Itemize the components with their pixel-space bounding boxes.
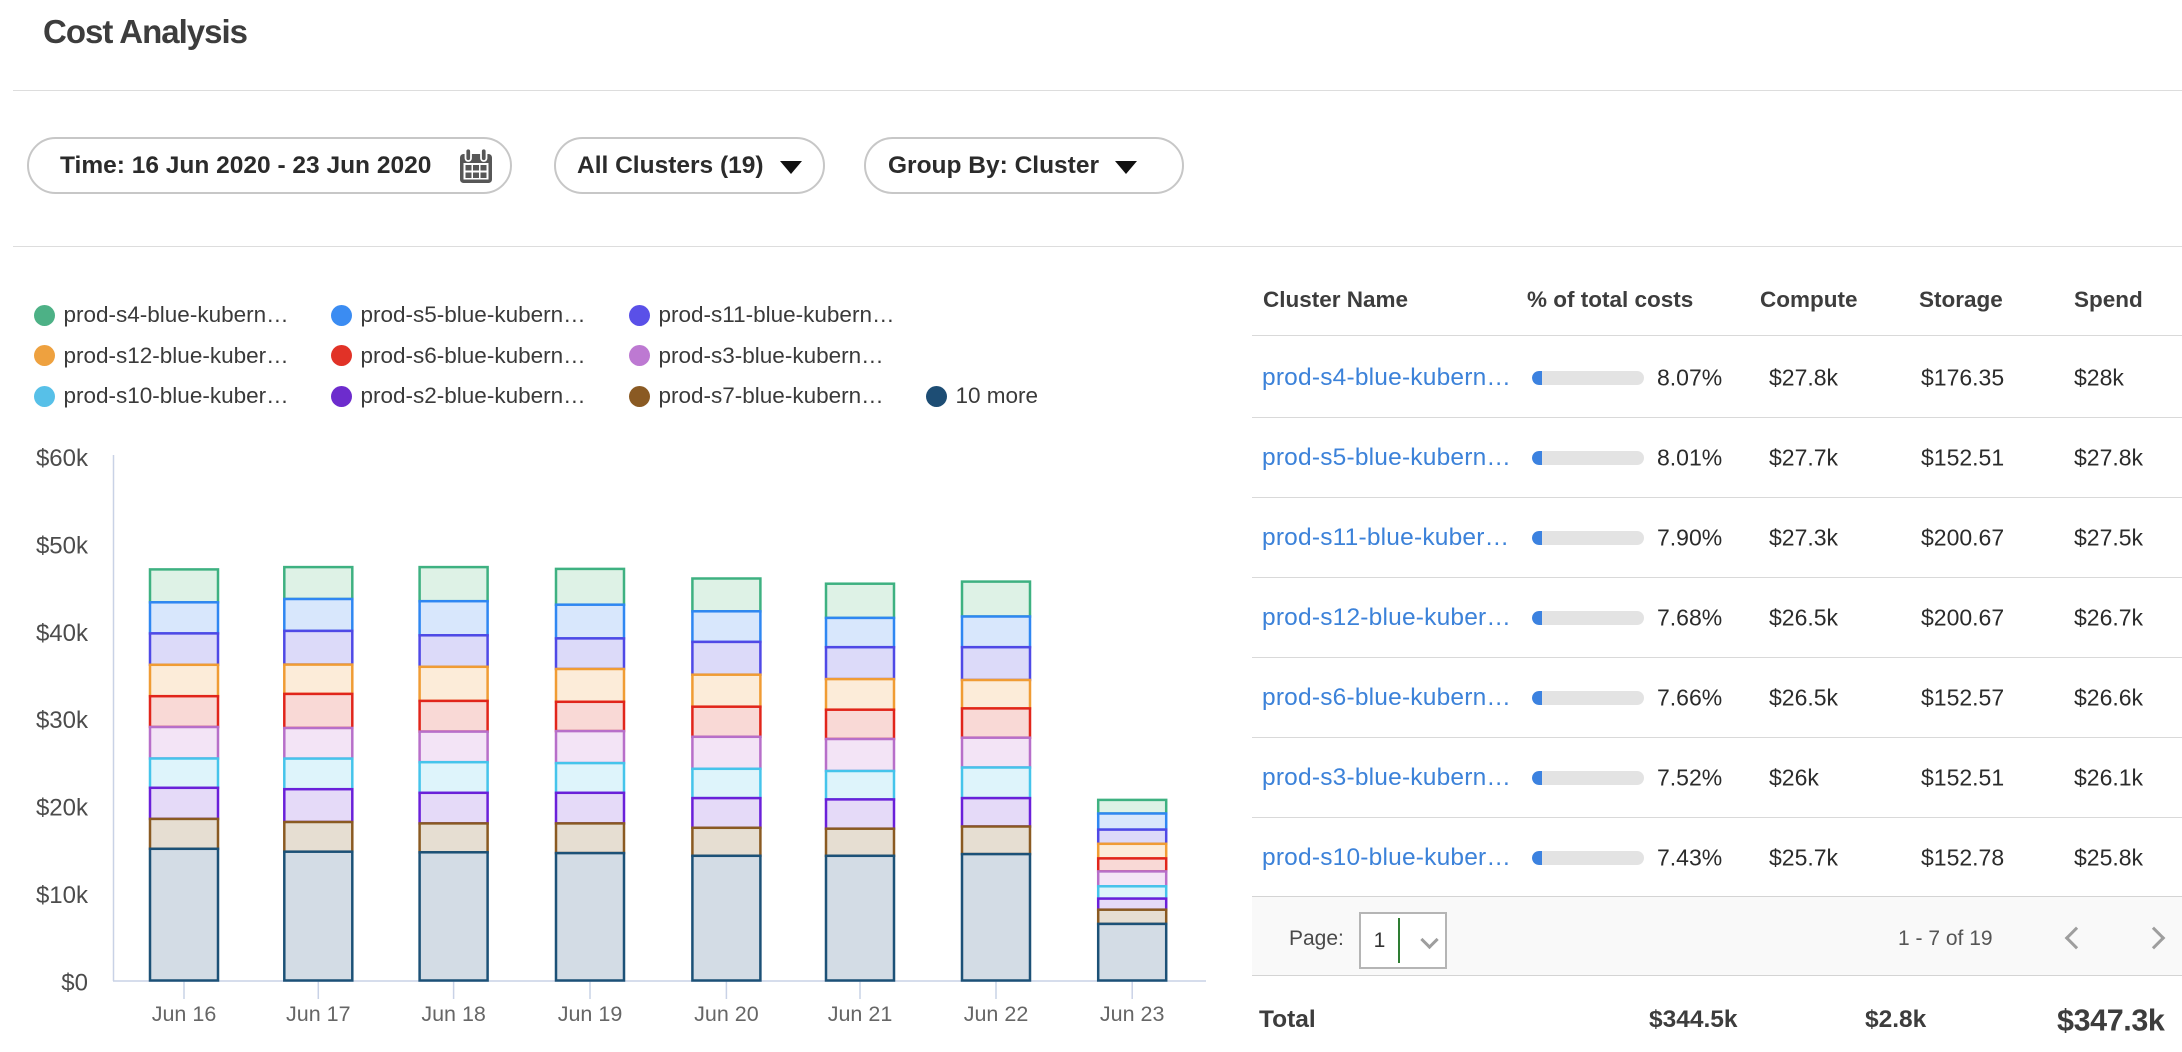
svg-text:$10k: $10k [36, 882, 89, 909]
svg-text:Jun 19: Jun 19 [558, 1002, 623, 1026]
svg-text:Jun 18: Jun 18 [421, 1002, 486, 1026]
svg-text:$0: $0 [61, 969, 88, 996]
svg-text:$30k: $30k [36, 707, 89, 734]
svg-text:$60k: $60k [36, 445, 89, 472]
svg-text:Jun 16: Jun 16 [152, 1002, 217, 1026]
svg-text:Jun 17: Jun 17 [286, 1002, 351, 1026]
svg-text:$40k: $40k [36, 620, 89, 647]
svg-text:Jun 21: Jun 21 [828, 1002, 893, 1026]
svg-text:$50k: $50k [36, 532, 89, 559]
svg-text:Jun 22: Jun 22 [964, 1002, 1029, 1026]
svg-text:Jun 23: Jun 23 [1100, 1002, 1165, 1026]
svg-text:Jun 20: Jun 20 [694, 1002, 759, 1026]
svg-text:$20k: $20k [36, 795, 89, 822]
